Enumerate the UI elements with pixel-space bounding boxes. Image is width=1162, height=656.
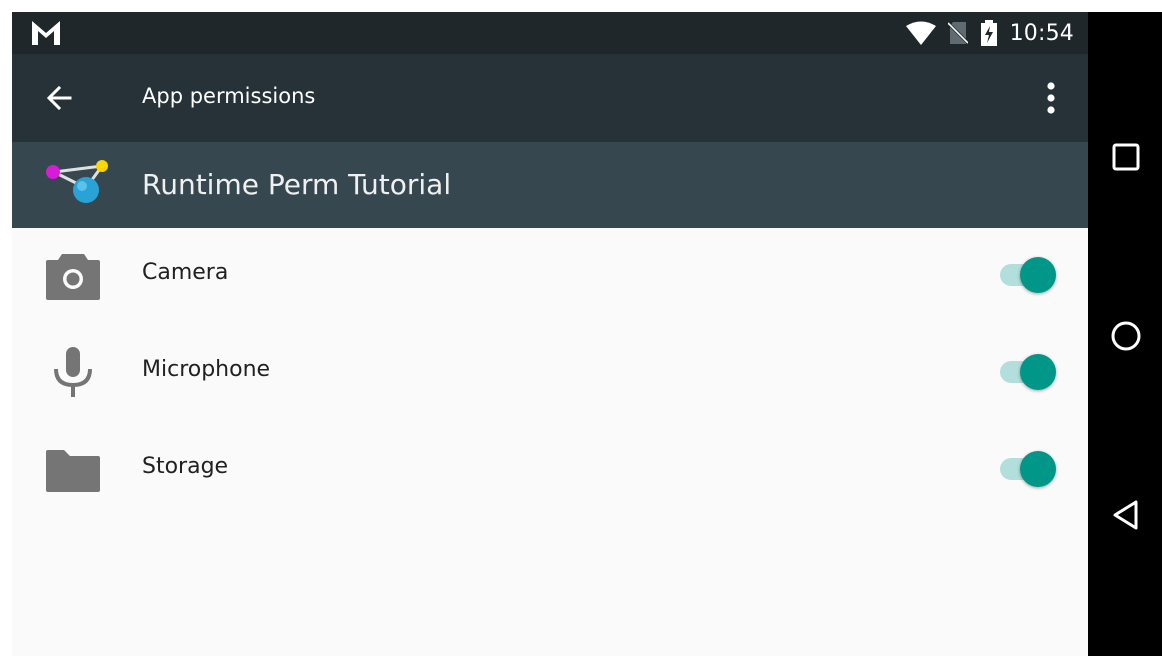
recents-square-icon[interactable] xyxy=(1109,140,1143,174)
camera-icon xyxy=(46,254,100,300)
gmail-icon xyxy=(32,21,60,45)
camera-toggle[interactable] xyxy=(998,257,1056,293)
permission-row-microphone[interactable]: Microphone xyxy=(12,325,1088,422)
permission-label: Camera xyxy=(142,260,229,285)
toggle-thumb xyxy=(1020,257,1056,293)
status-icons: 10:54 xyxy=(905,12,1074,54)
app-header: Runtime Perm Tutorial xyxy=(12,142,1088,228)
more-vert-icon[interactable] xyxy=(1036,78,1066,118)
battery-charging-icon xyxy=(980,20,997,46)
no-sim-icon xyxy=(947,21,968,45)
device-screen: 10:54 App permissions Runtime Perm Tutor… xyxy=(12,12,1088,656)
folder-icon xyxy=(46,450,100,492)
status-bar: 10:54 xyxy=(12,12,1088,54)
molecule-app-icon xyxy=(46,160,108,203)
status-time: 10:54 xyxy=(1009,20,1074,46)
microphone-icon xyxy=(54,347,92,397)
toggle-thumb xyxy=(1020,451,1056,487)
home-circle-icon[interactable] xyxy=(1109,319,1143,353)
navigation-bar xyxy=(1088,12,1162,656)
permission-list: Camera Microphone Storage xyxy=(12,228,1088,519)
permission-row-storage[interactable]: Storage xyxy=(12,422,1088,519)
app-name: Runtime Perm Tutorial xyxy=(142,168,452,201)
wifi-icon xyxy=(905,21,936,45)
microphone-toggle[interactable] xyxy=(998,354,1056,390)
device-frame: 10:54 App permissions Runtime Perm Tutor… xyxy=(0,0,1162,656)
back-arrow-icon[interactable] xyxy=(42,80,78,116)
app-bar: App permissions xyxy=(12,54,1088,142)
back-triangle-icon[interactable] xyxy=(1109,498,1143,532)
permission-label: Microphone xyxy=(142,357,271,382)
storage-toggle[interactable] xyxy=(998,451,1056,487)
page-title: App permissions xyxy=(142,84,316,108)
permission-label: Storage xyxy=(142,454,229,479)
toggle-thumb xyxy=(1020,354,1056,390)
permission-row-camera[interactable]: Camera xyxy=(12,228,1088,325)
